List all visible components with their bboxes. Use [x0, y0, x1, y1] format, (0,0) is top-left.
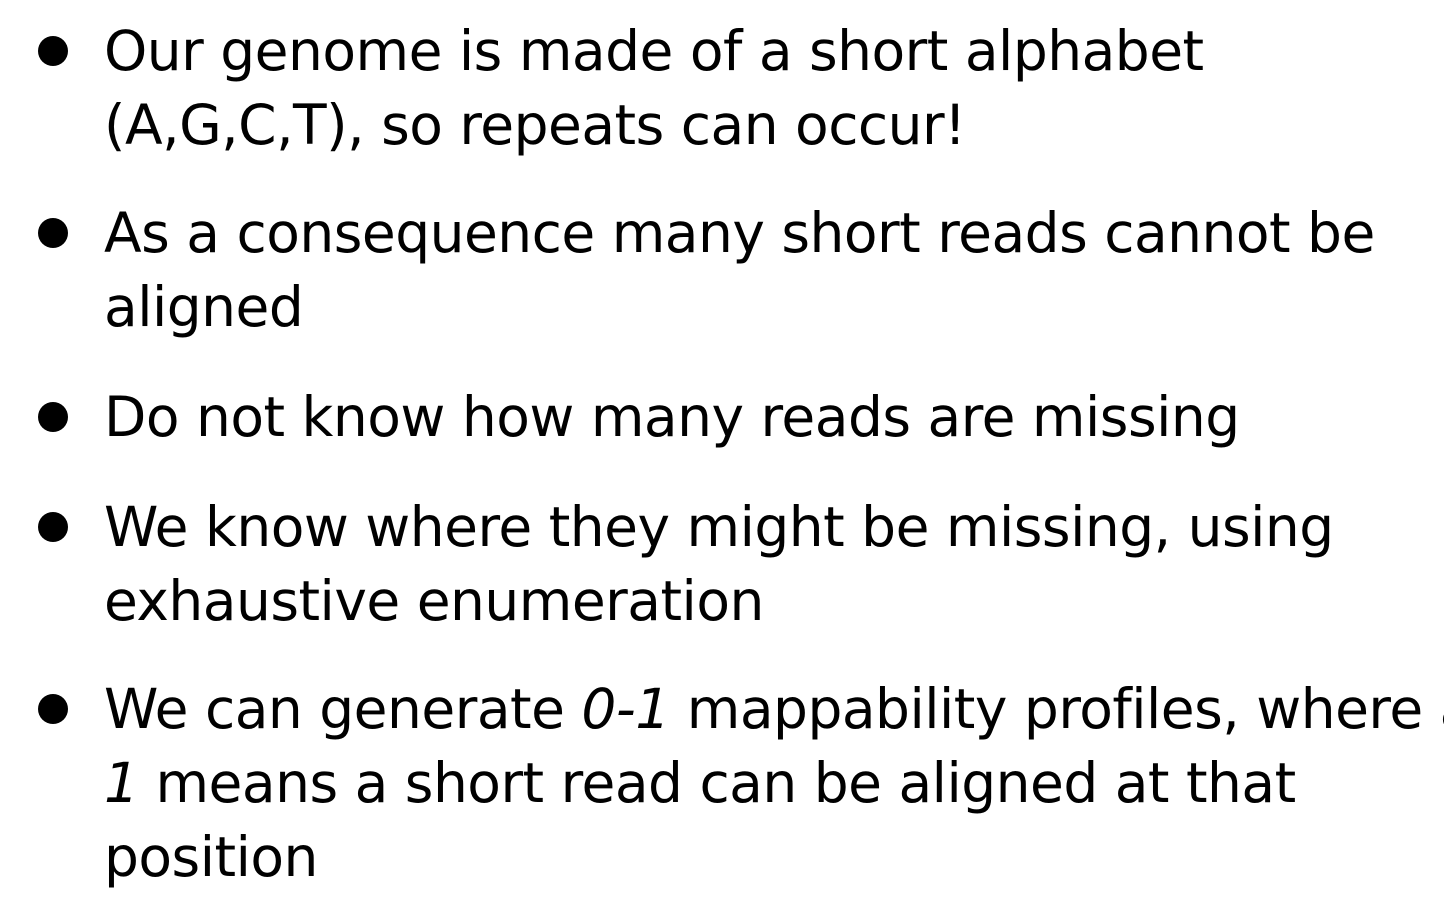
bullet-line: exhaustive enumeration: [104, 569, 764, 633]
bullet-text: As a consequence many short reads cannot…: [104, 196, 1424, 344]
bullet-line: As a consequence many short reads cannot…: [104, 201, 1375, 265]
bullet-line: Do not know how many reads are missing: [104, 385, 1240, 449]
bullet-line: We know where they might be missing, usi…: [104, 495, 1334, 559]
bullet-dot-icon: [38, 36, 68, 66]
bullet-dot-icon: [38, 218, 68, 248]
bullet-text: We can generate 0-1 mappability profiles…: [104, 672, 1444, 894]
bullet-line: (A,G,C,T), so repeats can occur!: [104, 93, 966, 157]
text-segment: means a short read can be aligned at tha…: [138, 751, 1296, 815]
italic-term: 0-1: [581, 677, 670, 741]
bullet-line: position: [104, 825, 318, 889]
text-segment: mappability profiles, where a: [669, 677, 1444, 741]
slide: Our genome is made of a short alphabet (…: [0, 0, 1444, 924]
bullet-line: aligned: [104, 275, 304, 339]
italic-term: 1: [104, 751, 139, 815]
bullet-line: 1 means a short read can be aligned at t…: [104, 746, 1424, 820]
text-segment: We can generate: [104, 677, 582, 741]
bullet-text: We know where they might be missing, usi…: [104, 490, 1424, 638]
bullet-line: We can generate 0-1 mappability profiles…: [104, 672, 1444, 746]
bullet-dot-icon: [38, 402, 68, 432]
bullet-line: Our genome is made of a short alphabet: [104, 19, 1204, 83]
bullet-text: Do not know how many reads are missing: [104, 380, 1424, 454]
bullet-text: Our genome is made of a short alphabet (…: [104, 14, 1424, 162]
bullet-dot-icon: [38, 512, 68, 542]
bullet-dot-icon: [38, 694, 68, 724]
